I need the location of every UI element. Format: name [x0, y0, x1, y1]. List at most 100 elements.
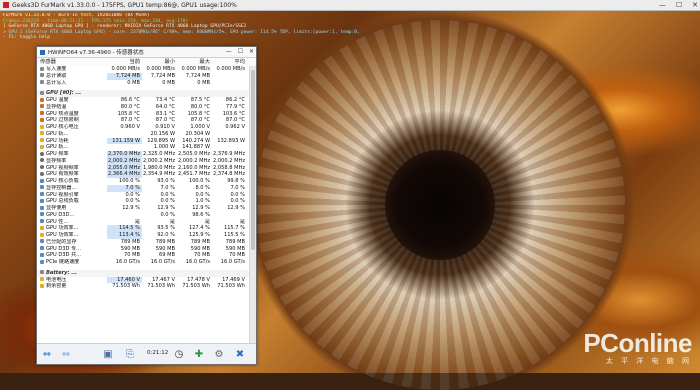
- table-row[interactable]: GPU 功效率... 114.5 % 93.5 % 127.4 % 115.7 %: [37, 225, 249, 232]
- sensor-name: 显存使用: [46, 205, 67, 211]
- table-row[interactable]: GPU 频率 2,370.0 MHz 2,325.0 MHz 2,505.0 MHz 2…: [37, 151, 249, 158]
- sensor-name: GPU 热点温度: [46, 110, 79, 117]
- value-avg: 12.9 %: [227, 205, 245, 211]
- sensor-icon: [40, 283, 44, 288]
- furmark-app-icon: [3, 2, 9, 8]
- value-max: 87.5 °C: [190, 97, 210, 103]
- table-row[interactable]: GPU 视频引擎 0.0 % 0.0 % 0.0 % 0.0 %: [37, 192, 249, 199]
- table-row[interactable]: 电池电压 17.460 V 17.467 V 17.478 V 17.469 V: [37, 276, 249, 284]
- nav-right-arrows-icon[interactable]: ⇔: [59, 347, 73, 361]
- sensor-name-cell: 写入速度: [37, 66, 107, 73]
- hwinfo-close-button[interactable]: ✕: [249, 47, 254, 57]
- value-max: 2,160.0 MHz: [178, 164, 210, 171]
- table-row[interactable]: GPU 核心电压 0.960 V 0.910 V 1.000 V 0.962 V: [37, 124, 249, 131]
- column-header-min[interactable]: 最小: [142, 58, 177, 66]
- maximize-button[interactable]: ☐: [676, 0, 682, 10]
- sensor-list-scrollbar[interactable]: [249, 66, 256, 344]
- value-current: [107, 90, 142, 97]
- close-sensors-icon[interactable]: ✖: [233, 347, 247, 361]
- value-max: 105.8 °C: [187, 110, 210, 117]
- sensor-icon: [40, 225, 44, 230]
- table-row[interactable]: 剩余容量 71.503 Wh 71.503 Wh 71.503 Wh 71.503 Wh: [37, 283, 249, 290]
- value-avg: 是: [239, 218, 245, 225]
- sensor-icon: [40, 185, 44, 190]
- table-row[interactable]: GPU 性... 是 是 是 是: [37, 219, 249, 226]
- value-avg: 17.469 V: [222, 276, 245, 283]
- table-row[interactable]: GPU 有效频率 2,366.4 MHz 2,354.9 MHz 2,451.7 MH…: [37, 171, 249, 178]
- value-current: 7.0 %: [107, 184, 142, 192]
- table-row[interactable]: GPU 总线负载 0.0 % 0.0 % 1.0 % 0.0 %: [37, 198, 249, 205]
- minimize-button[interactable]: —: [659, 0, 666, 10]
- table-row[interactable]: 显存控制器... 7.0 % 7.0 % 8.0 % 7.0 %: [37, 184, 249, 192]
- sensor-icon: [40, 252, 44, 257]
- sensor-group-row[interactable]: GPU [#0]: ...: [37, 90, 249, 97]
- sensor-name-cell: 显存使用: [37, 205, 107, 212]
- hwinfo-app-icon: [40, 49, 45, 55]
- table-row[interactable]: GPU D3D 专... 590 MB 590 MB 590 MB 590 MB: [37, 246, 249, 253]
- table-row[interactable]: 显存使用 12.9 % 12.9 % 12.9 % 12.9 %: [37, 205, 249, 212]
- value-max: 2,505.0 MHz: [178, 151, 210, 157]
- sensor-name: GPU 功耗: [46, 137, 69, 144]
- table-row[interactable]: GPU 功耗 131.159 W 129.895 W 140.274 W 132.893…: [37, 137, 249, 145]
- settings-gear-icon[interactable]: ⚙: [212, 347, 226, 361]
- table-row[interactable]: 显存结温 80.0 °C 64.0 °C 80.0 °C 77.9 °C: [37, 104, 249, 111]
- table-row[interactable]: GPU 核心负载 100.0 % 93.0 % 100.0 % 99.8 %: [37, 178, 249, 185]
- add-report-icon[interactable]: ✚: [192, 347, 206, 361]
- table-row[interactable]: GPU 热点温度 105.8 °C 83.1 °C 105.8 °C 103.6 °C: [37, 111, 249, 118]
- table-row[interactable]: GPU 温度 86.6 °C 73.4 °C 87.5 °C 86.2 °C: [37, 97, 249, 104]
- hwinfo-minimize-button[interactable]: —: [226, 47, 232, 57]
- table-row[interactable]: GPU D3D 共... 70 MB 69 MB 70 MB 70 MB: [37, 252, 249, 259]
- value-min: 93.5 %: [157, 225, 175, 232]
- value-current: 16.0 GT/s: [115, 259, 140, 265]
- sensor-icon: [40, 138, 44, 142]
- sensor-group-row[interactable]: Battery: ...: [37, 269, 249, 277]
- table-row[interactable]: GPU 过热限制 87.0 °C 87.0 °C 87.0 °C 87.0 °C: [37, 117, 249, 124]
- table-row[interactable]: GPU 轨... 1.000 W 141.887 W: [37, 144, 249, 151]
- table-row[interactable]: GPU D3D... 0.0 % 98.6 %: [37, 212, 249, 219]
- value-avg: 0.0 %: [230, 191, 245, 198]
- value-avg: [212, 90, 247, 97]
- value-min: 7.0 %: [160, 184, 175, 191]
- value-avg: 590 MB: [225, 245, 245, 252]
- value-min: 17.467 V: [152, 276, 175, 283]
- value-min: 83.1 °C: [155, 110, 175, 117]
- value-avg: [212, 80, 247, 87]
- network-icon[interactable]: ⎘: [123, 347, 137, 361]
- overlay-line: > GPU 1 (GeForce RTX 4060 Laptop GPU) - …: [3, 29, 363, 35]
- value-current: 0.960 V: [120, 124, 140, 130]
- sensor-name-cell: 显存结温: [37, 104, 107, 111]
- scrollbar-thumb[interactable]: [251, 70, 255, 250]
- table-row[interactable]: GPU 功效率... 113.4 % 92.0 % 125.9 % 115.5 %: [37, 232, 249, 239]
- table-row[interactable]: 显存频率 2,000.2 MHz 2,000.2 MHz 2,000.2 MHz 2,0…: [37, 157, 249, 165]
- column-header-sensor[interactable]: 传感器: [37, 58, 107, 66]
- clock-icon[interactable]: ◷: [172, 347, 186, 361]
- value-max: 2,000.2 MHz: [178, 157, 210, 164]
- sensor-icon: [40, 171, 44, 176]
- sensor-list[interactable]: 写入速度 0.000 MB/s 0.000 MB/s 0.000 MB/s 0.000 …: [37, 66, 249, 344]
- sensor-icon: [40, 259, 44, 264]
- table-row[interactable]: 已分配的显存 789 MB 789 MB 789 MB 789 MB: [37, 239, 249, 246]
- table-row[interactable]: GPU 视频频率 2,055.0 MHz 1,980.0 MHz 2,160.0 MH…: [37, 164, 249, 172]
- close-button[interactable]: ✕: [692, 0, 698, 10]
- table-row[interactable]: 写入速度 0.000 MB/s 0.000 MB/s 0.000 MB/s 0.000 …: [37, 66, 249, 73]
- table-row[interactable]: 总计读取 7,724 MB 7,724 MB 7,724 MB: [37, 72, 249, 80]
- sensor-icon: [40, 246, 44, 250]
- column-header-current[interactable]: 当前: [107, 58, 142, 66]
- column-header-avg[interactable]: 平均: [212, 58, 247, 66]
- computer-icon[interactable]: ▣: [101, 347, 115, 361]
- value-min: 0 MB: [162, 79, 175, 86]
- value-max: 125.9 %: [188, 232, 210, 238]
- table-row[interactable]: GPU 轨... 20.156 W 20.304 W: [37, 131, 249, 138]
- value-max: 20.304 W: [185, 130, 210, 137]
- value-avg: 115.7 %: [223, 225, 245, 232]
- value-max: 0 MB: [197, 79, 210, 86]
- column-header-max[interactable]: 最大: [177, 58, 212, 66]
- value-min: 7,724 MB: [150, 72, 175, 79]
- sensor-name: GPU 视频引擎: [46, 191, 79, 198]
- hwinfo-maximize-button[interactable]: ☐: [238, 47, 243, 57]
- nav-left-arrows-icon[interactable]: ⇔: [40, 347, 54, 361]
- value-max: 0.000 MB/s: [181, 66, 210, 72]
- table-row[interactable]: 总计写入 0 MB 0 MB 0 MB: [37, 80, 249, 87]
- hwinfo-window: HWiNFO64 v7.36-4960 - 传感器状态 — ☐ ✕ 传感器 当前…: [36, 46, 257, 365]
- table-row[interactable]: PCIe 链路速度 16.0 GT/s 16.0 GT/s 16.0 GT/s 16.0…: [37, 259, 249, 266]
